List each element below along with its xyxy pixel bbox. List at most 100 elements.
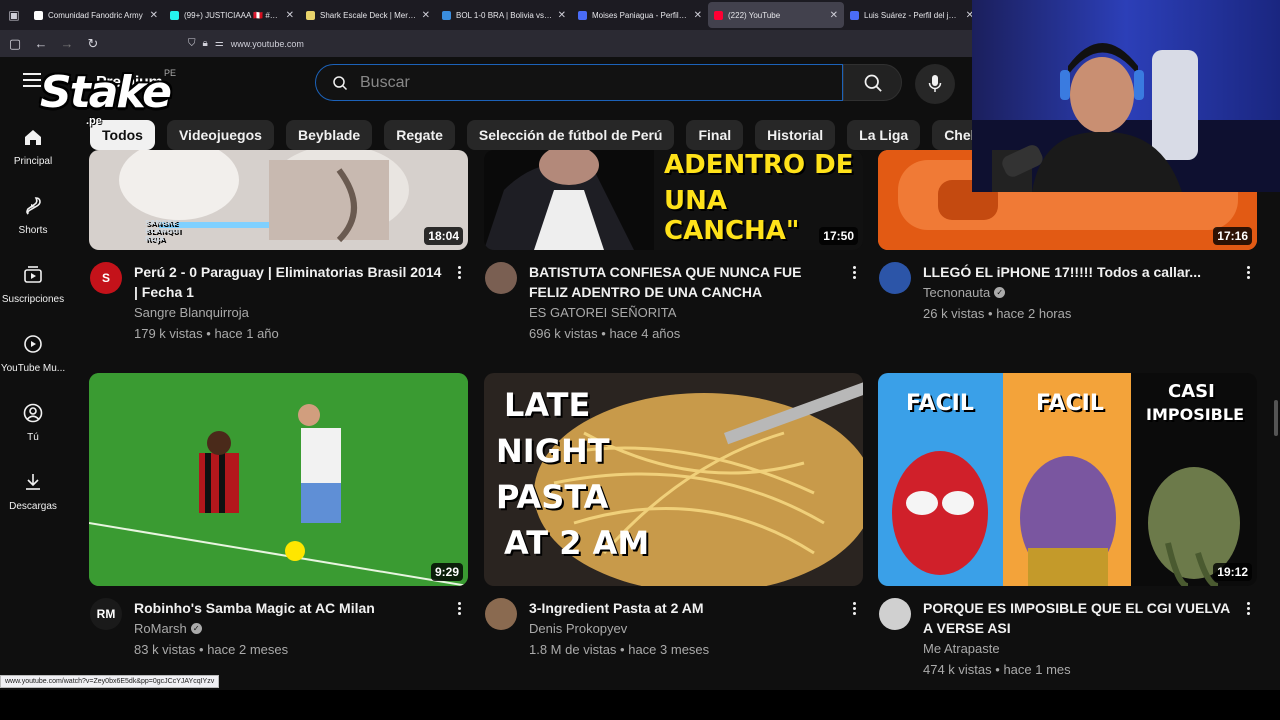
channel-name-text: RoMarsh [134,621,187,636]
channel-name-text: ES GATOREI SEÑORITA [529,305,677,320]
channel-avatar[interactable]: RM [90,598,122,630]
video-title[interactable]: PORQUE ES IMPOSIBLE QUE EL CGI VUELVA A … [923,598,1235,638]
view-count: 474 k vistas [923,662,992,677]
sidebar-item-5[interactable]: Descargas [0,465,66,534]
channel-name[interactable]: Tecnonauta ✓ [923,285,1006,300]
voice-search-button[interactable] [915,64,955,104]
tab-favicon-icon [306,10,315,20]
more-actions-icon[interactable] [452,602,466,615]
chip-2[interactable]: Beyblade [285,120,373,150]
video-thumbnail[interactable]: SANGRE BLANQUI ROJA 18:04 [89,150,468,250]
chip-6[interactable]: Historial [755,120,836,150]
tab-favicon-icon [578,10,587,20]
upload-age: hace 4 años [609,326,681,341]
browser-tab[interactable]: Luis Suárez - Perfil del juga ✕ [844,2,980,28]
streamer-webcam [972,0,1280,192]
sidebar-toggle-icon[interactable]: ▢ [6,35,24,53]
tab-close-icon[interactable]: ✕ [830,10,838,21]
duration-badge: 9:29 [430,563,463,581]
chip-3[interactable]: Regate [384,120,455,150]
channel-avatar[interactable]: S [90,262,122,294]
more-actions-icon[interactable] [452,266,466,279]
video-metadata: 26 k vistas • hace 2 horas [923,306,1071,321]
menu-icon[interactable] [23,73,41,91]
tab-close-icon[interactable]: ✕ [286,10,294,21]
video-metadata: 83 k vistas • hace 2 meses [134,642,288,657]
reload-button[interactable]: ↻ [84,35,102,53]
tab-favicon-icon [170,10,179,20]
back-button[interactable]: ← [32,35,50,53]
page-scrollbar-thumb[interactable] [1274,400,1278,436]
video-title[interactable]: BATISTUTA CONFIESA QUE NUNCA FUE FELIZ A… [529,262,841,302]
sidebar-item-3[interactable]: YouTube Mu... [0,327,66,396]
channel-avatar[interactable] [879,598,911,630]
tab-close-icon[interactable]: ✕ [694,10,702,21]
browser-tab[interactable]: BOL 1-0 BRA | Bolivia vs Bra ✕ [436,2,572,28]
tab-label: (222) YouTube [728,10,781,20]
sidebar-item-2[interactable]: Suscripciones [0,258,66,327]
stake-brand: Stake [40,67,172,118]
sidebar-item-1[interactable]: Shorts [0,189,66,258]
channel-name[interactable]: Me Atrapaste [923,641,1000,656]
video-title[interactable]: Perú 2 - 0 Paraguay | Eliminatorias Bras… [134,262,446,302]
channel-avatar[interactable] [879,262,911,294]
meta-separator: • [195,642,208,657]
chip-4[interactable]: Selección de fútbol de Perú [466,120,675,150]
browser-tab[interactable]: Moises Paniagua - Perfil de ✕ [572,2,708,28]
tab-close-icon[interactable]: ✕ [558,10,566,21]
meta-separator: • [984,306,997,321]
tab-close-icon[interactable]: ✕ [422,10,430,21]
channel-name[interactable]: Denis Prokopyev [529,621,627,636]
video-metadata: 696 k vistas • hace 4 años [529,326,680,341]
tab-label: (99+) JUSTICIAAA 🇵🇪 #peru [184,10,281,20]
filter-chips: Todos Videojuegos Beyblade Regate Selección … [90,120,1104,150]
lock-icon: 🔒︎ [202,38,208,49]
microphone-icon [928,75,942,92]
channel-name[interactable]: ES GATOREI SEÑORITA [529,305,676,320]
video-thumbnail[interactable]: 9:29 [89,373,468,586]
more-actions-icon[interactable] [847,602,861,615]
tab-favicon-icon [714,10,723,20]
tab-favicon-icon [850,10,859,20]
video-thumbnail[interactable]: ADENTRO DE UNA CANCHA" 17:50 [484,150,863,250]
chip-7[interactable]: La Liga [847,120,921,150]
browser-tab[interactable]: (222) YouTube ✕ [708,2,844,28]
thumbnail-caption: SANGRE [145,219,178,227]
more-actions-icon[interactable] [847,266,861,279]
bottom-bar [0,690,1280,720]
forward-button[interactable]: → [58,35,76,53]
video-thumbnail[interactable]: LATE NIGHT PASTA AT 2 AM [484,373,863,586]
browser-tab[interactable]: Shark Escale Deck | Mercad ✕ [300,2,436,28]
tab-close-icon[interactable]: ✕ [150,10,158,21]
search-box [315,64,843,101]
browser-tab[interactable]: (99+) JUSTICIAAA 🇵🇪 #peru ✕ [164,2,300,28]
thumbnail-caption: NIGHT [496,432,610,470]
verified-check-icon: ✓ [994,287,1006,298]
view-count: 1.8 M de vistas [529,642,617,657]
view-count: 696 k vistas [529,326,598,341]
tab-overview-icon[interactable]: ▣ [0,0,28,30]
video-title[interactable]: Robinho's Samba Magic at AC Milan [134,598,446,618]
search-button[interactable] [843,64,902,101]
upload-age: hace 2 meses [207,642,289,657]
channel-name[interactable]: RoMarsh ✓ [134,621,202,636]
thumbnail-caption: CASI [1168,381,1215,402]
browser-tab[interactable]: Comunidad Fanodric Army ✕ [28,2,164,28]
video-title[interactable]: 3-Ingredient Pasta at 2 AM [529,598,841,618]
video-thumbnail[interactable]: FACIL FACIL CASI IMPOSIBLE 19:12 [878,373,1257,586]
sidebar-item-4[interactable]: Tú [0,396,66,465]
duration-badge: 19:12 [1213,563,1252,581]
address-field[interactable]: ⛉ 🔒︎ ⚌ www.youtube.com [188,38,304,49]
chip-5[interactable]: Final [686,120,744,150]
more-actions-icon[interactable] [1241,266,1255,279]
channel-avatar[interactable] [485,262,517,294]
chip-1[interactable]: Videojuegos [166,120,274,150]
avatar-initials: S [101,271,110,285]
more-actions-icon[interactable] [1241,602,1255,615]
channel-avatar[interactable] [485,598,517,630]
search-input[interactable] [360,73,800,92]
channel-name[interactable]: Sangre Blanquirroja [134,305,249,320]
duration-badge: 17:50 [819,227,858,245]
video-title[interactable]: LLEGÓ EL iPHONE 17!!!!! Todos a callar..… [923,262,1235,282]
tab-label: BOL 1-0 BRA | Bolivia vs Bra [456,10,553,20]
